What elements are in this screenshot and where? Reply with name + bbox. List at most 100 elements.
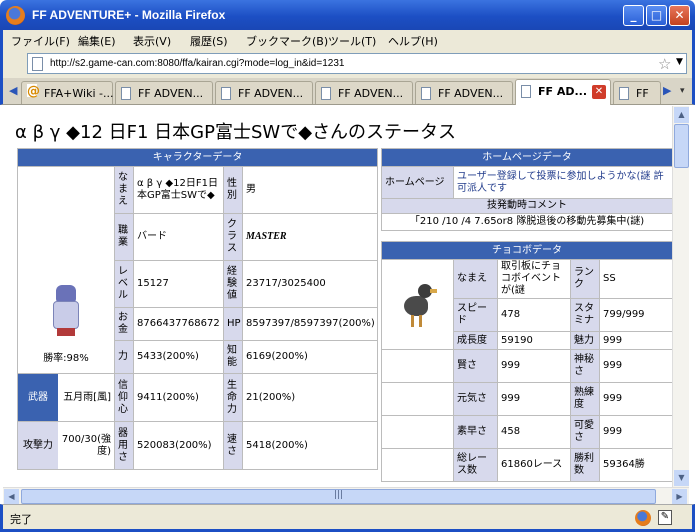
wiki-favicon-icon: @ xyxy=(27,84,40,99)
status-text: 完了 xyxy=(10,513,32,526)
chocobo-mystic-label: 神秘さ xyxy=(570,349,600,383)
tab-ff-adventure[interactable]: FF ADVEN... xyxy=(315,81,413,104)
chocobo-mystic-value: 999 xyxy=(598,349,672,383)
vertical-scroll-thumb[interactable] xyxy=(674,124,689,168)
chocobo-skill-label: 熟練度 xyxy=(570,382,600,416)
chocobo-rank-value: SS xyxy=(598,259,672,299)
chocobo-wisdom-value: 999 xyxy=(497,349,571,383)
navigation-bar: http://s2.game-can.com:8080/ffa/kairan.c… xyxy=(0,50,695,78)
vertical-scrollbar[interactable]: ▲ ▼ xyxy=(672,106,689,487)
address-url[interactable]: http://s2.game-can.com:8080/ffa/kairan.c… xyxy=(50,58,344,69)
homepage-label: ホームページ xyxy=(381,166,454,199)
chocobo-quick-value: 458 xyxy=(497,415,571,449)
spd-label: 速さ xyxy=(223,421,243,470)
tab-close-icon[interactable]: ✕ xyxy=(592,85,606,99)
homepage-value[interactable]: ユーザー登録して投票に参加しようかな(謎 許可派人です xyxy=(453,166,672,199)
chocobo-stamina-label: スタミナ xyxy=(570,298,600,332)
attack-cell: 攻撃力 700/30(強度) xyxy=(17,421,115,470)
chocobo-speed-value: 478 xyxy=(497,298,571,332)
scroll-up-icon[interactable]: ▲ xyxy=(674,107,689,123)
chocobo-growth-value: 59190 xyxy=(497,331,571,350)
tab-ff-adventure[interactable]: FF ADVEN... xyxy=(415,81,513,104)
job-value: バード xyxy=(133,213,224,261)
gender-label: 性別 xyxy=(223,166,243,214)
menu-file[interactable]: ファイル(F) xyxy=(11,33,70,49)
chocobo-wins-label: 勝利数 xyxy=(570,448,600,482)
character-avatar xyxy=(46,281,86,339)
chocobo-energy-value: 999 xyxy=(497,382,571,416)
exp-value: 23717/3025400 xyxy=(241,260,379,308)
bookmark-star-icon[interactable]: ☆ xyxy=(658,55,671,73)
menu-tools[interactable]: ツール(T) xyxy=(328,33,376,49)
firefox-logo-icon xyxy=(6,6,25,25)
tab-list-icon[interactable]: ▾ xyxy=(680,86,685,96)
gold-value: 8766437768672 xyxy=(133,307,224,341)
dex-label: 器用さ xyxy=(114,421,134,470)
int-label: 知能 xyxy=(223,340,243,374)
address-dropdown-icon[interactable]: ▼ xyxy=(676,57,683,67)
tab-ff-adventure[interactable]: FF ADVEN... xyxy=(115,81,213,104)
faith-label: 信仰心 xyxy=(114,373,134,422)
chocobo-rank-label: ランク xyxy=(570,259,600,299)
character-portrait-cell: 勝率:98% xyxy=(17,166,115,374)
tab-active[interactable]: FF AD... ✕ xyxy=(515,79,611,105)
comment-value: 「210 /10 /4 7.65or8 隊脱退後の移動先募集中(謎) xyxy=(381,213,672,231)
horizontal-scroll-thumb[interactable]: ||| xyxy=(21,489,656,504)
page-icon xyxy=(221,87,231,100)
page-title: α β γ ◆12 日F1 日本GP富士SWで◆さんのステータス xyxy=(15,122,457,143)
tab-ff-adventure[interactable]: FF ADVEN... xyxy=(215,81,313,104)
page-icon xyxy=(32,57,43,71)
menu-bookmarks[interactable]: ブックマーク(B) xyxy=(246,33,328,49)
chocobo-portrait-cell xyxy=(381,259,454,350)
page-icon xyxy=(521,85,531,98)
chocobo-name-value: 取引板にチョコボイベントが(謎 xyxy=(497,259,571,299)
chocobo-charm-label: 魅力 xyxy=(570,331,600,350)
menu-bar: ファイル(F) 編集(E) 表示(V) 履歴(S) ブックマーク(B) ツール(… xyxy=(0,30,695,50)
status-bar: 完了 ✎ xyxy=(0,504,695,532)
tab-scroll-right-icon[interactable]: ▶ xyxy=(663,84,671,97)
firefox-status-icon[interactable] xyxy=(635,510,651,526)
chocobo-empty-cell xyxy=(381,415,454,449)
menu-edit[interactable]: 編集(E) xyxy=(78,33,116,49)
scroll-right-icon[interactable]: ▶ xyxy=(672,489,687,504)
scroll-down-icon[interactable]: ▼ xyxy=(674,470,689,486)
character-table: キャラクターデータ 勝率:98% なまえ α β γ ◆12日F1日本GP富士S… xyxy=(16,148,379,470)
gender-value: 男 xyxy=(241,166,379,214)
tab-wiki[interactable]: @ FFA+Wiki -... xyxy=(21,81,113,104)
page-content: α β γ ◆12 日F1 日本GP富士SWで◆さんのステータス キャラクターデ… xyxy=(3,106,672,487)
chocobo-skill-value: 999 xyxy=(598,382,672,416)
class-value: MASTER xyxy=(241,213,379,261)
attack-value: 700/30(強度) xyxy=(61,433,111,457)
scroll-left-icon[interactable]: ◀ xyxy=(4,489,19,504)
maximize-button[interactable]: □ xyxy=(646,5,667,26)
minimize-button[interactable]: _ xyxy=(623,5,644,26)
weapon-label: 武器 xyxy=(18,374,58,421)
name-value: α β γ ◆12日F1日本GP富士SWで◆ xyxy=(133,166,224,214)
window-titlebar: FF ADVENTURE+ - Mozilla Firefox _ □ ✕ xyxy=(0,0,695,30)
horizontal-scrollbar[interactable]: ◀ ||| ▶ xyxy=(3,487,689,504)
attack-label: 攻撃力 xyxy=(18,422,58,469)
menu-view[interactable]: 表示(V) xyxy=(133,33,171,49)
faith-value: 9411(200%) xyxy=(133,373,224,422)
chocobo-table: チョコボデータ なまえ 取引板にチョコボイベントが(謎 ランク SS スピード … xyxy=(380,241,672,482)
tab-ff-adventure[interactable]: FF xyxy=(613,81,661,104)
weapon-cell: 武器 五月雨[風] xyxy=(17,373,115,422)
menu-help[interactable]: ヘルプ(H) xyxy=(388,33,438,49)
chocobo-quick-label: 素早さ xyxy=(453,415,498,449)
chocobo-races-value: 61860レース xyxy=(497,448,571,482)
close-window-button[interactable]: ✕ xyxy=(669,5,690,26)
chocobo-cute-value: 999 xyxy=(598,415,672,449)
address-bar[interactable]: http://s2.game-can.com:8080/ffa/kairan.c… xyxy=(27,53,687,74)
chocobo-races-label: 総レース数 xyxy=(453,448,498,482)
page-icon xyxy=(321,87,331,100)
chocobo-cute-label: 可愛さ xyxy=(570,415,600,449)
tab-scroll-left-icon[interactable]: ◀ xyxy=(9,84,17,97)
name-label: なまえ xyxy=(114,166,134,214)
weapon-value: 五月雨[風] xyxy=(63,391,111,403)
homepage-header: ホームページデータ xyxy=(381,148,672,167)
vit-label: 生命力 xyxy=(223,373,243,422)
chocobo-avatar xyxy=(398,282,438,328)
menu-history[interactable]: 履歴(S) xyxy=(190,33,228,49)
edit-status-icon[interactable]: ✎ xyxy=(658,510,672,525)
str-value: 5433(200%) xyxy=(133,340,224,374)
